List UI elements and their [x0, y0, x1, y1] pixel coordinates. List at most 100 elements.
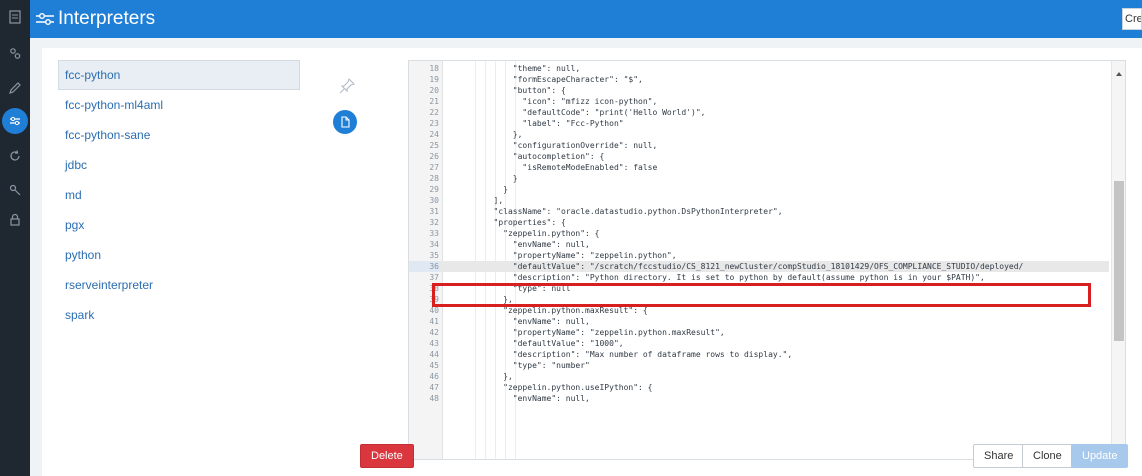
interpreter-item[interactable]: md [58, 180, 300, 210]
line-number: 45 [429, 361, 439, 370]
line-number: 31 [429, 207, 439, 216]
line-number: 37 [429, 273, 439, 282]
code-line: 48 "envName": null, [409, 393, 1109, 404]
top-bar: Interpreters Create [30, 0, 1142, 38]
create-button[interactable]: Create [1122, 8, 1142, 30]
code-text: "propertyName": "zeppelin.python.maxResu… [455, 328, 725, 337]
interpreter-item[interactable]: rserveinterpreter [58, 270, 300, 300]
line-number: 24 [429, 130, 439, 139]
lock-icon[interactable] [7, 212, 23, 228]
code-line: 39 }, [409, 294, 1109, 305]
interpreter-list: fcc-python fcc-python-ml4aml fcc-python-sa… [58, 60, 300, 330]
interpreter-item[interactable]: jdbc [58, 150, 300, 180]
code-text: "autocompletion": { [455, 152, 605, 161]
code-text: } [455, 174, 518, 183]
json-code-editor[interactable]: 18 "theme": null, 19 "formEscapeCharacter… [408, 60, 1126, 460]
line-number: 26 [429, 152, 439, 161]
code-line: 35 "propertyName": "zeppelin.python", [409, 250, 1109, 261]
interpreter-item[interactable]: pgx [58, 210, 300, 240]
clone-button[interactable]: Clone [1022, 444, 1073, 468]
line-number: 21 [429, 97, 439, 106]
scroll-up-icon[interactable] [1115, 65, 1123, 76]
code-text: "isRemoteModeEnabled": false [455, 163, 658, 172]
code-text: "icon": "mfizz icon-python", [455, 97, 658, 106]
code-text: }, [455, 372, 513, 381]
code-line: 27 "isRemoteModeEnabled": false [409, 162, 1109, 173]
line-number: 18 [429, 64, 439, 73]
line-number: 42 [429, 328, 439, 337]
editor-scrollbar[interactable] [1111, 61, 1125, 459]
interpreter-sliders-icon[interactable] [2, 108, 28, 134]
page-title: Interpreters [58, 8, 156, 29]
refresh-icon[interactable] [7, 148, 23, 164]
code-text: }, [455, 130, 523, 139]
interpreter-item[interactable]: fcc-python-ml4aml [58, 90, 300, 120]
code-text: "zeppelin.python.maxResult": { [455, 306, 648, 315]
code-line: 38 "type": null [409, 283, 1109, 294]
code-line: 45 "type": "number" [409, 360, 1109, 371]
delete-button[interactable]: Delete [360, 444, 414, 468]
code-text: "propertyName": "zeppelin.python", [455, 251, 677, 260]
list-icon[interactable] [7, 9, 23, 25]
left-nav-rail [0, 0, 30, 476]
code-text: "zeppelin.python": { [455, 229, 600, 238]
code-line: 23 "label": "Fcc-Python" [409, 118, 1109, 129]
code-text: }, [455, 295, 513, 304]
users-icon[interactable] [7, 46, 23, 62]
pin-icon[interactable] [338, 77, 356, 95]
line-number: 32 [429, 218, 439, 227]
code-line: 40 "zeppelin.python.maxResult": { [409, 305, 1109, 316]
interpreter-sliders-icon [36, 13, 54, 25]
code-line: 19 "formEscapeCharacter": "$", [409, 74, 1109, 85]
code-text: } [455, 185, 508, 194]
code-text: "theme": null, [455, 64, 581, 73]
code-line: 37 "description": "Python directory. It … [409, 272, 1109, 283]
code-line: 44 "description": "Max number of datafra… [409, 349, 1109, 360]
line-number: 41 [429, 317, 439, 326]
code-text: "configurationOverride": null, [455, 141, 658, 150]
code-text: "envName": null, [455, 240, 590, 249]
scrollbar-thumb[interactable] [1114, 181, 1124, 341]
key-icon[interactable] [7, 182, 23, 198]
pencil-icon[interactable] [7, 80, 23, 96]
line-number: 48 [429, 394, 439, 403]
code-line: 29 } [409, 184, 1109, 195]
code-text: "description": "Python directory. It is … [455, 273, 985, 282]
document-icon[interactable] [333, 110, 357, 134]
code-line: 22 "defaultCode": "print('Hello World')"… [409, 107, 1109, 118]
code-text: "defaultValue": "1000", [455, 339, 624, 348]
code-line: 28 } [409, 173, 1109, 184]
interpreter-item[interactable]: python [58, 240, 300, 270]
code-line: 21 "icon": "mfizz icon-python", [409, 96, 1109, 107]
line-number: 47 [429, 383, 439, 392]
code-line: 33 "zeppelin.python": { [409, 228, 1109, 239]
code-text: "type": "number" [455, 361, 590, 370]
line-number: 35 [429, 251, 439, 260]
code-line: 25 "configurationOverride": null, [409, 140, 1109, 151]
page-heading: Interpreters [35, 0, 155, 38]
code-line: 46 }, [409, 371, 1109, 382]
code-text: "properties": { [455, 218, 566, 227]
code-line: 43 "defaultValue": "1000", [409, 338, 1109, 349]
code-line: 42 "propertyName": "zeppelin.python.maxR… [409, 327, 1109, 338]
share-button[interactable]: Share [973, 444, 1025, 468]
line-number: 44 [429, 350, 439, 359]
line-number: 43 [429, 339, 439, 348]
code-text: "formEscapeCharacter": "$", [455, 75, 643, 84]
interpreter-item[interactable]: fcc-python-sane [58, 120, 300, 150]
code-text: "button": { [455, 86, 566, 95]
interpreter-item[interactable]: fcc-python [58, 60, 300, 90]
update-button[interactable]: Update [1071, 444, 1129, 468]
code-text: ], [455, 196, 504, 205]
main-area: fcc-python fcc-python-ml4aml fcc-python-sa… [30, 38, 1142, 476]
code-line: 41 "envName": null, [409, 316, 1109, 327]
line-number: 20 [429, 86, 439, 95]
code-text: "defaultCode": "print('Hello World')", [455, 108, 706, 117]
line-number: 27 [429, 163, 439, 172]
line-number: 46 [429, 372, 439, 381]
interpreter-item[interactable]: spark [58, 300, 300, 330]
line-number: 22 [429, 108, 439, 117]
line-number: 36 [409, 261, 439, 272]
line-number: 40 [429, 306, 439, 315]
line-number: 23 [429, 119, 439, 128]
